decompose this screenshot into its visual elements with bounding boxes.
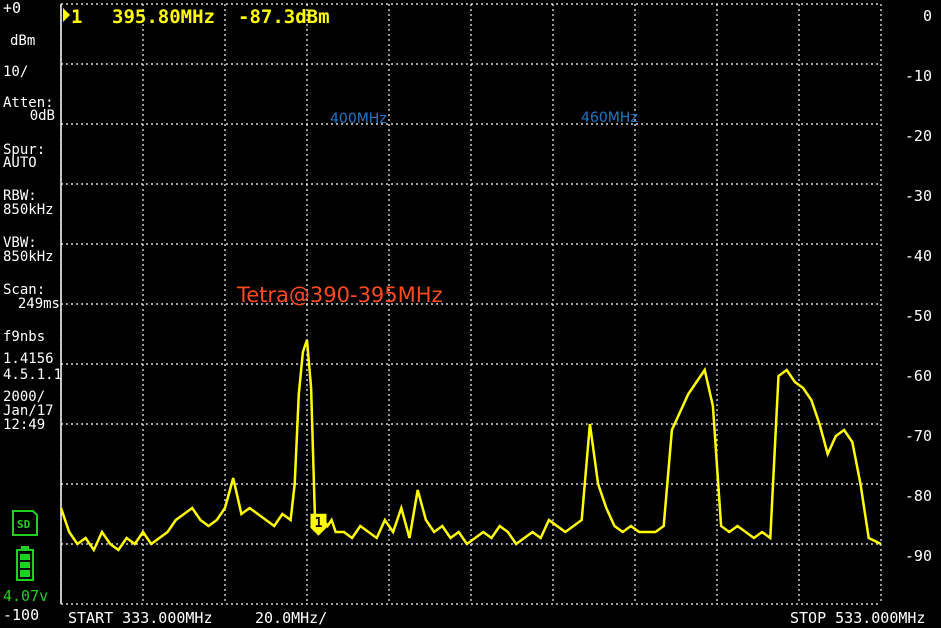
bottom-level: -100 (3, 606, 40, 624)
y-tick-label: 0 (923, 7, 932, 25)
ref-level[interactable]: +0 (3, 1, 61, 16)
hardware-version: 4.5.1.1 (3, 367, 63, 383)
battery-icon (16, 546, 34, 581)
marker-frequency: 395.80MHz (112, 6, 215, 28)
rbw-value[interactable]: 850kHz (3, 203, 61, 217)
y-tick-label: -90 (905, 547, 932, 565)
tetra-annotation: Tetra@390-395MHz (236, 283, 443, 307)
atten-value[interactable]: 0dB (0, 109, 55, 123)
marker-label: 1 (315, 516, 323, 531)
ref-unit: dBm (10, 33, 36, 49)
spectrum-plot[interactable]: 0 -10 -20 -30 -40 -50 -60 -70 -80 -90 400MHz 460M… (0, 0, 941, 628)
header-marker-label: 1 (71, 6, 82, 28)
y-tick-label: -60 (905, 367, 932, 385)
y-axis-labels: 0 -10 -20 -30 -40 -50 -60 -70 -80 -90 (905, 7, 932, 565)
y-tick-label: -10 (905, 67, 932, 85)
firmware-version: 1.4156 (3, 351, 54, 367)
band-label-400: 400MHz (330, 111, 387, 127)
device-name: f9nbs (3, 329, 46, 345)
start-frequency[interactable]: START 333.000MHz (68, 609, 213, 627)
band-label-460: 460MHz (581, 110, 638, 126)
y-tick-label: -80 (905, 487, 932, 505)
scan-value[interactable]: 249ms (0, 297, 60, 311)
svg-text:SD: SD (17, 518, 31, 531)
sd-card-icon: SD (12, 510, 38, 536)
markers: 1 (310, 513, 327, 536)
clock-time: 12:49 (3, 417, 46, 433)
spur-value[interactable]: AUTO (3, 156, 61, 170)
y-tick-label: -70 (905, 427, 932, 445)
y-tick-label: -30 (905, 187, 932, 205)
marker-active-icon (63, 8, 70, 22)
stop-frequency[interactable]: STOP 533.000MHz (790, 609, 925, 627)
y-tick-label: -40 (905, 247, 932, 265)
y-tick-label: -20 (905, 127, 932, 145)
marker-level: -87.3dBm (238, 6, 330, 28)
frequency-per-div[interactable]: 20.0MHz/ (255, 609, 327, 627)
y-tick-label: -50 (905, 307, 932, 325)
spectrum-analyzer-screen: 0 -10 -20 -30 -40 -50 -60 -70 -80 -90 400MHz 460M… (0, 0, 941, 628)
header-marker[interactable]: 1 (63, 6, 82, 28)
battery-voltage: 4.07v (3, 587, 49, 605)
scale-per-div[interactable]: 10/ (3, 65, 61, 79)
vbw-value[interactable]: 850kHz (3, 250, 61, 264)
